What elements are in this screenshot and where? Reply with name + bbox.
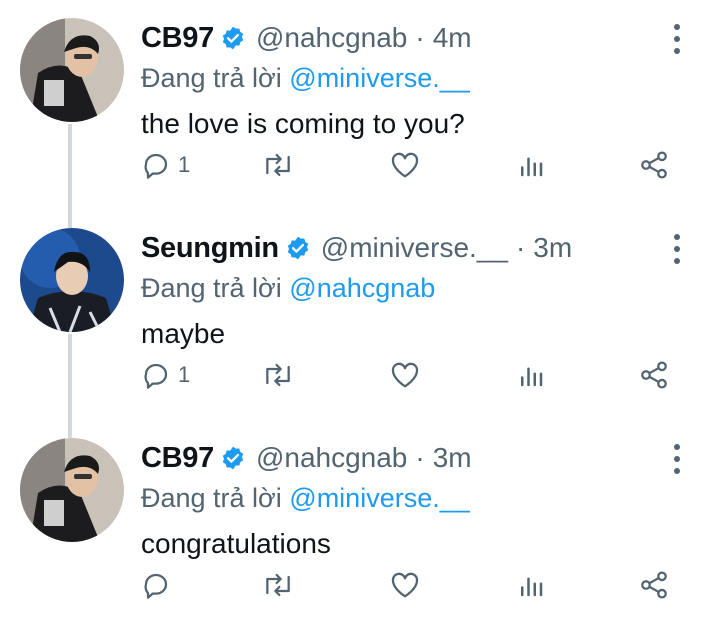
reply-prefix: Đang trả lời xyxy=(141,273,282,303)
retweet-icon xyxy=(260,359,296,391)
display-name[interactable]: Seungmin xyxy=(141,232,279,265)
retweet-icon xyxy=(260,149,296,181)
reply-count: 1 xyxy=(178,362,191,387)
share-icon xyxy=(638,569,670,601)
analytics-icon xyxy=(516,149,546,181)
reply-prefix: Đang trả lời xyxy=(141,483,282,513)
avatar[interactable] xyxy=(20,438,124,542)
verified-badge-icon xyxy=(220,25,246,51)
reply-button[interactable] xyxy=(140,565,178,605)
reply-button[interactable]: 1 xyxy=(140,355,190,395)
retweet-button[interactable] xyxy=(260,145,296,185)
reply-mention[interactable]: @miniverse.__ xyxy=(289,483,469,513)
analytics-icon xyxy=(516,359,546,391)
analytics-button[interactable] xyxy=(516,355,546,395)
timestamp[interactable]: 4m xyxy=(433,22,472,54)
reply-mention[interactable]: @nahcgnab xyxy=(289,273,435,303)
tweet-text: the love is coming to you? xyxy=(141,108,465,139)
like-button[interactable] xyxy=(388,565,422,605)
like-icon xyxy=(388,149,422,181)
reply-icon xyxy=(140,149,172,181)
reply-prefix: Đang trả lời xyxy=(141,63,282,93)
share-icon xyxy=(638,149,670,181)
timestamp[interactable]: 3m xyxy=(533,232,572,264)
more-options-icon[interactable] xyxy=(667,444,687,474)
more-options-icon[interactable] xyxy=(667,24,687,54)
retweet-icon xyxy=(260,569,296,601)
reply-count: 1 xyxy=(178,152,191,177)
share-icon xyxy=(638,359,670,391)
share-button[interactable] xyxy=(638,145,670,185)
separator: · xyxy=(415,22,425,53)
tweet-text: congratulations xyxy=(141,528,331,559)
avatar[interactable] xyxy=(20,228,124,332)
timestamp[interactable]: 3m xyxy=(433,442,472,474)
analytics-icon xyxy=(516,569,546,601)
retweet-button[interactable] xyxy=(260,355,296,395)
tweet[interactable]: Seungmin @miniverse.__ · 3m Đang trả lời… xyxy=(0,210,719,420)
like-button[interactable] xyxy=(388,355,422,395)
handle[interactable]: @miniverse.__ xyxy=(321,232,508,264)
like-icon xyxy=(388,569,422,601)
separator: · xyxy=(515,232,526,263)
like-button[interactable] xyxy=(388,145,422,185)
tweet[interactable]: CB97 @nahcgnab · 3m Đang trả lời @minive… xyxy=(0,420,719,630)
share-button[interactable] xyxy=(638,355,670,395)
display-name[interactable]: CB97 xyxy=(141,22,214,55)
tweet[interactable]: CB97 @nahcgnab · 4m Đang trả lời @minive… xyxy=(0,0,719,210)
separator: · xyxy=(415,442,425,473)
handle[interactable]: @nahcgnab xyxy=(256,22,407,54)
reply-icon xyxy=(140,569,172,601)
tweet-text: maybe xyxy=(141,318,226,349)
retweet-button[interactable] xyxy=(260,565,296,605)
display-name[interactable]: CB97 xyxy=(141,442,214,475)
more-options-icon[interactable] xyxy=(667,234,687,264)
handle[interactable]: @nahcgnab xyxy=(256,442,407,474)
reply-icon xyxy=(140,359,172,391)
reply-mention[interactable]: @miniverse.__ xyxy=(289,63,469,93)
share-button[interactable] xyxy=(638,565,670,605)
analytics-button[interactable] xyxy=(516,565,546,605)
avatar[interactable] xyxy=(20,18,124,122)
verified-badge-icon xyxy=(285,235,311,261)
analytics-button[interactable] xyxy=(516,145,546,185)
verified-badge-icon xyxy=(220,445,246,471)
like-icon xyxy=(388,359,422,391)
reply-button[interactable]: 1 xyxy=(140,145,190,185)
